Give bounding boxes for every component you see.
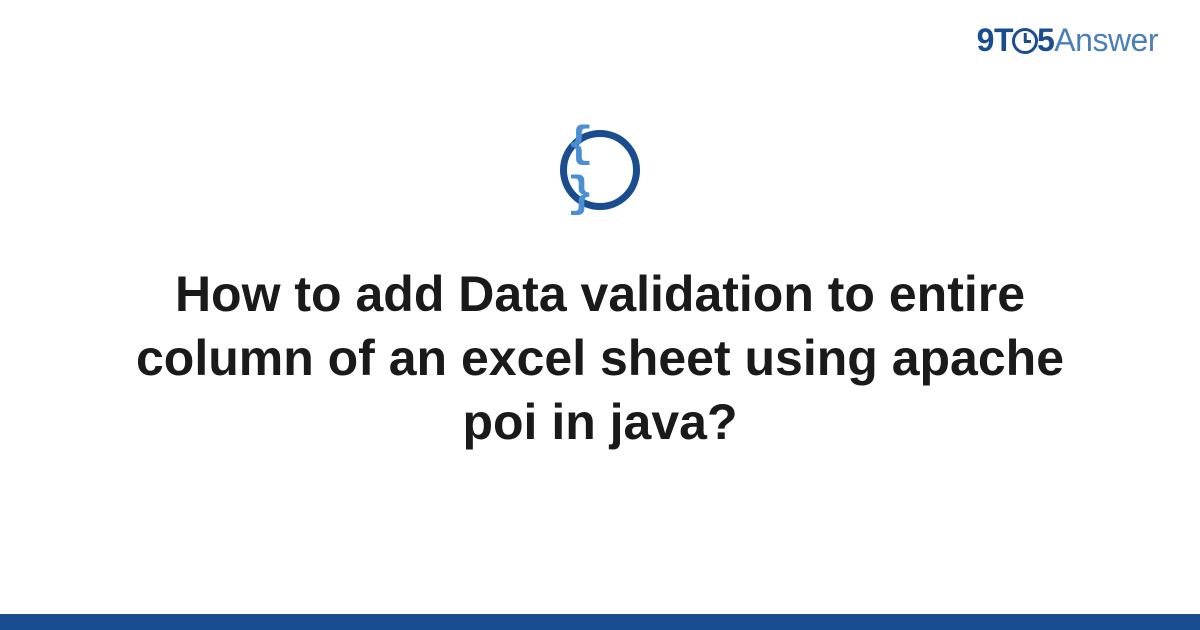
logo-five: 5 bbox=[1037, 22, 1054, 58]
braces-glyph: { } bbox=[567, 120, 633, 220]
logo-t: T bbox=[994, 22, 1013, 58]
question-title: How to add Data validation to entire col… bbox=[90, 262, 1110, 454]
main-content: { } How to add Data validation to entire… bbox=[0, 130, 1200, 454]
code-braces-icon: { } bbox=[560, 130, 640, 210]
site-logo: 9T5Answer bbox=[977, 22, 1158, 59]
clock-icon bbox=[1012, 28, 1038, 54]
logo-nine: 9 bbox=[977, 22, 994, 58]
logo-answer: Answer bbox=[1054, 22, 1158, 58]
footer-bar bbox=[0, 614, 1200, 630]
